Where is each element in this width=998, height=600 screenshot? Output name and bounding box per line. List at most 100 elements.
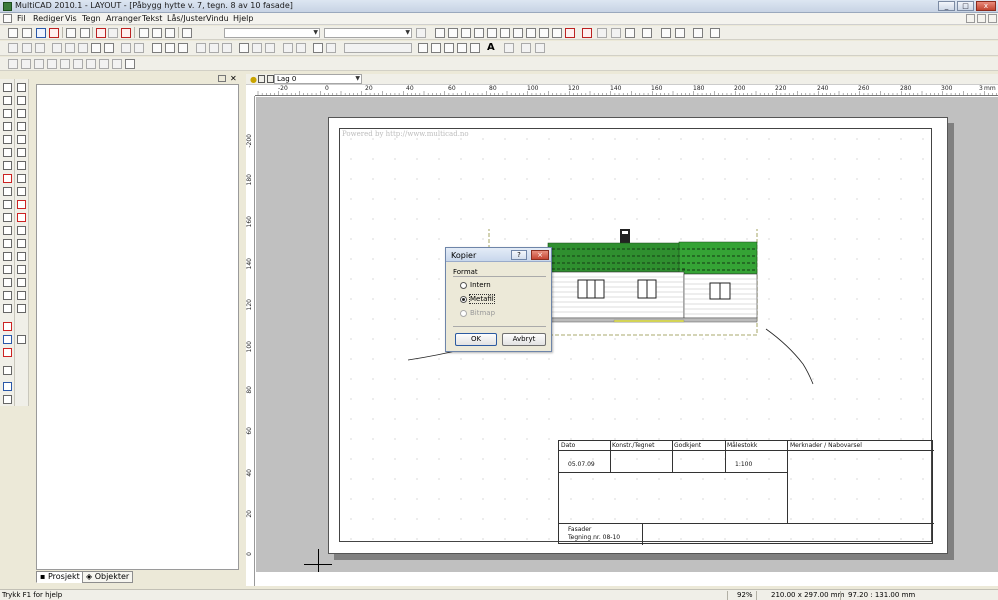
project-tree[interactable]: [36, 84, 239, 570]
tool-2n-icon[interactable]: [17, 252, 26, 261]
tool-g-icon[interactable]: [3, 174, 12, 183]
settings-icon[interactable]: [642, 28, 652, 38]
tool-l-icon[interactable]: [3, 239, 12, 248]
image-icon[interactable]: [125, 59, 135, 69]
menu-vis[interactable]: Vis: [65, 14, 77, 23]
array-icon[interactable]: [470, 43, 480, 53]
point-icon[interactable]: [22, 43, 32, 53]
symbol-icon[interactable]: [675, 28, 685, 38]
tool-2s-icon[interactable]: [17, 335, 26, 344]
hatch-icon[interactable]: [625, 28, 635, 38]
window-icon[interactable]: [710, 28, 720, 38]
tool-2i-icon[interactable]: [17, 187, 26, 196]
tool-s-icon[interactable]: [3, 335, 12, 344]
menu-fil[interactable]: Fil: [17, 14, 25, 23]
menu-hjelp[interactable]: Hjelp: [233, 14, 253, 23]
radio-intern[interactable]: [460, 282, 467, 289]
help-icon[interactable]: [182, 28, 192, 38]
tool-c-icon[interactable]: [3, 122, 12, 131]
tool-2j-icon[interactable]: [17, 200, 26, 209]
wand-icon[interactable]: [416, 28, 426, 38]
zoom-window-icon[interactable]: [552, 28, 562, 38]
circle-icon[interactable]: [239, 43, 249, 53]
ellipse-icon[interactable]: [252, 43, 262, 53]
render-icon[interactable]: [611, 28, 621, 38]
zoom-in-icon[interactable]: [526, 28, 536, 38]
tool-2p-icon[interactable]: [17, 278, 26, 287]
radio-bitmap[interactable]: [460, 310, 467, 317]
tab-prosjekt[interactable]: ▪ Prosjekt: [36, 571, 84, 583]
mirror-icon[interactable]: [431, 43, 441, 53]
roof-2-icon[interactable]: [86, 59, 96, 69]
attach-icon[interactable]: [504, 43, 514, 53]
close-button[interactable]: x: [976, 1, 996, 11]
tool-e-icon[interactable]: [3, 148, 12, 157]
paper-sheet[interactable]: Powered by http://www.multicad.no Dato K…: [328, 117, 948, 554]
tool-2q-icon[interactable]: [17, 291, 26, 300]
tool-j-icon[interactable]: [3, 213, 12, 222]
cup-icon[interactable]: [34, 59, 44, 69]
maximize-button[interactable]: □: [957, 1, 974, 11]
text-tool-icon[interactable]: A: [487, 42, 495, 53]
menu-vindu[interactable]: Vindu: [206, 14, 229, 23]
mdi-close-button[interactable]: [988, 14, 997, 23]
polyline-icon[interactable]: [134, 43, 144, 53]
tool-k-icon[interactable]: [3, 226, 12, 235]
panel-close-icon[interactable]: ✕: [230, 74, 237, 83]
tool-select-icon[interactable]: [3, 83, 12, 92]
box-x-icon[interactable]: [91, 43, 101, 53]
zoom-out-icon[interactable]: [539, 28, 549, 38]
wall-icon[interactable]: [8, 59, 18, 69]
move-icon[interactable]: [418, 43, 428, 53]
roof-3-icon[interactable]: [99, 59, 109, 69]
tool-2g-icon[interactable]: [17, 161, 26, 170]
size-combo[interactable]: ▼: [324, 28, 412, 38]
align-icon[interactable]: [444, 43, 454, 53]
open-icon[interactable]: [22, 28, 32, 38]
tool-u-icon[interactable]: [3, 366, 12, 375]
polygon-icon[interactable]: [165, 43, 175, 53]
object-snap-icon[interactable]: [474, 28, 484, 38]
tool-2d-icon[interactable]: [17, 122, 26, 131]
bracket-icon[interactable]: [283, 43, 293, 53]
radio-metafil-label[interactable]: Metafil: [469, 294, 495, 304]
save-all-icon[interactable]: [49, 28, 59, 38]
lock-icon[interactable]: [435, 28, 445, 38]
distribute-icon[interactable]: [457, 43, 467, 53]
panel-pin-icon[interactable]: [218, 75, 226, 82]
tab-objekter[interactable]: ◈ Objekter: [82, 571, 134, 583]
cup-2-icon[interactable]: [47, 59, 57, 69]
new-icon[interactable]: [8, 28, 18, 38]
paste-icon[interactable]: [165, 28, 175, 38]
box-grid-icon[interactable]: [104, 43, 114, 53]
menu-arranger[interactable]: Arranger: [106, 14, 141, 23]
arc-2-icon[interactable]: [209, 43, 219, 53]
color-icon[interactable]: [693, 28, 703, 38]
crosshair-icon[interactable]: [8, 43, 18, 53]
arrow-icon[interactable]: [535, 43, 545, 53]
cancel-button[interactable]: Avbryt: [502, 333, 546, 346]
rectangle-icon[interactable]: [152, 43, 162, 53]
roof-icon[interactable]: [73, 59, 83, 69]
shape-icon[interactable]: [178, 43, 188, 53]
dialog-help-button[interactable]: ?: [511, 250, 527, 260]
tool-d-icon[interactable]: [3, 135, 12, 144]
dialog-close-button[interactable]: ×: [531, 250, 549, 260]
spline-icon[interactable]: [326, 43, 336, 53]
tool-t-icon[interactable]: [3, 348, 12, 357]
tool-i-icon[interactable]: [3, 200, 12, 209]
cup-3-icon[interactable]: [60, 59, 70, 69]
circle-snap-icon[interactable]: [52, 43, 62, 53]
tool-o-icon[interactable]: [3, 278, 12, 287]
tool-2k-icon[interactable]: [17, 213, 26, 222]
measure-icon[interactable]: [513, 28, 523, 38]
grid-icon[interactable]: [487, 28, 497, 38]
arc-3-icon[interactable]: [222, 43, 232, 53]
tool-2r-icon[interactable]: [17, 304, 26, 313]
radio-metafil[interactable]: [460, 296, 467, 303]
copy-icon[interactable]: [152, 28, 162, 38]
column-icon[interactable]: [21, 59, 31, 69]
layer-select[interactable]: Lag 0 ▼: [274, 74, 362, 84]
drawing-canvas[interactable]: Powered by http://www.multicad.no Dato K…: [256, 97, 998, 572]
tool-b-icon[interactable]: [3, 109, 12, 118]
